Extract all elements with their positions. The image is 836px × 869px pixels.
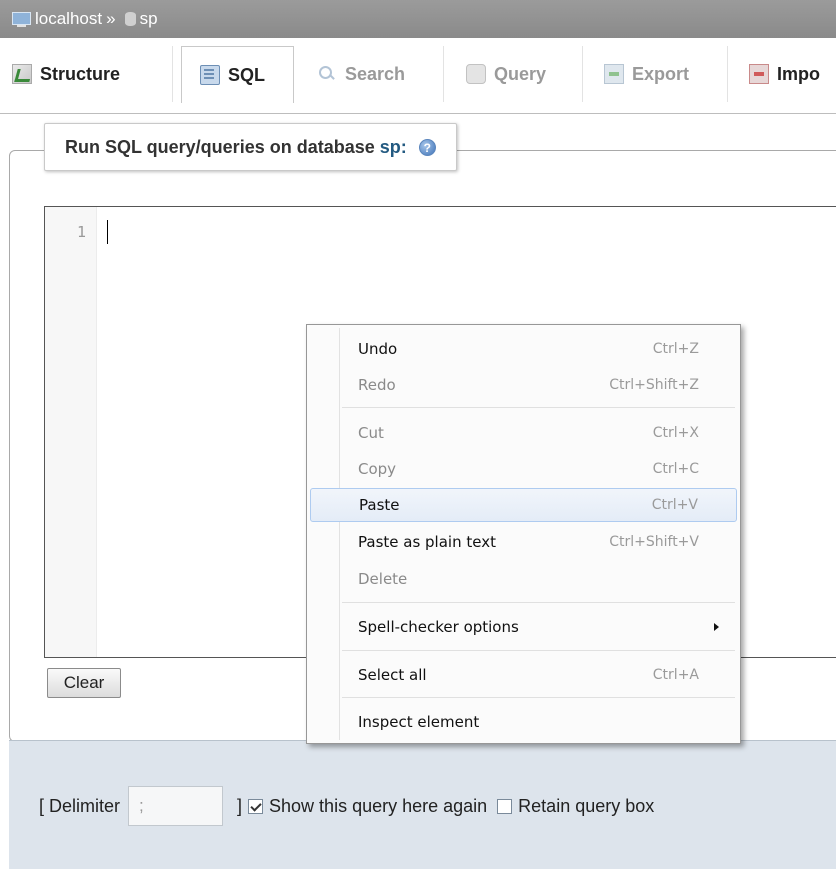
tab-label: Structure	[40, 63, 121, 84]
menu-item-select-all[interactable]: Select all Ctrl+A	[310, 658, 737, 692]
tab-import[interactable]: Impo	[737, 46, 836, 102]
tab-bar: Structure SQL Search Query Export Impo	[0, 38, 836, 114]
menu-item-redo[interactable]: Redo Ctrl+Shift+Z	[310, 368, 737, 402]
menu-item-label: Paste as plain text	[358, 533, 496, 551]
tab-query[interactable]: Query	[452, 46, 583, 102]
menu-item-label: Cut	[358, 424, 384, 442]
tab-sql[interactable]: SQL	[181, 46, 294, 103]
menu-item-shortcut: Ctrl+Shift+Z	[609, 377, 699, 393]
tab-label: Impo	[777, 63, 820, 84]
menu-item-shortcut: Ctrl+V	[651, 497, 698, 513]
menu-item-label: Inspect element	[358, 713, 480, 731]
menu-item-label: Select all	[358, 666, 427, 684]
tab-export[interactable]: Export	[592, 46, 728, 102]
delimiter-input[interactable]: ;	[128, 786, 224, 826]
sql-icon	[200, 65, 220, 85]
menu-item-label: Copy	[358, 460, 397, 478]
export-icon	[604, 64, 624, 84]
help-icon[interactable]: ?	[418, 138, 436, 156]
text-caret	[107, 220, 108, 244]
menu-separator	[342, 650, 735, 651]
menu-item-inspect[interactable]: Inspect element	[310, 705, 737, 739]
menu-item-label: Undo	[358, 340, 398, 358]
menu-separator	[342, 602, 735, 603]
menu-item-label: Redo	[358, 376, 396, 394]
delimiter-label: [ Delimiter	[39, 795, 121, 816]
database-icon	[124, 12, 136, 26]
menu-item-shortcut: Ctrl+C	[652, 461, 699, 477]
tab-label: Export	[632, 63, 690, 84]
show-query-checkbox[interactable]	[248, 798, 264, 814]
options-panel: [ Delimiter ; ] Show this query here aga…	[9, 740, 836, 869]
menu-item-paste-plain[interactable]: Paste as plain text Ctrl+Shift+V	[310, 525, 737, 559]
menu-item-label: Spell-checker options	[358, 618, 519, 636]
menu-item-cut[interactable]: Cut Ctrl+X	[310, 416, 737, 450]
show-query-label[interactable]: Show this query here again	[269, 796, 487, 817]
sql-legend: Run SQL query/queries on database sp: ?	[44, 123, 457, 171]
query-icon	[466, 64, 486, 84]
import-icon	[749, 64, 769, 84]
line-number: 1	[76, 223, 86, 241]
tab-label: Search	[345, 63, 406, 84]
legend-database-name: sp:	[379, 136, 407, 157]
retain-query-label[interactable]: Retain query box	[518, 796, 654, 817]
menu-separator	[342, 697, 735, 698]
menu-separator	[342, 407, 735, 408]
line-gutter: 1	[45, 207, 97, 657]
menu-item-delete[interactable]: Delete	[310, 562, 737, 596]
clear-button[interactable]: Clear	[47, 668, 121, 698]
menu-item-spellcheck[interactable]: Spell-checker options	[310, 610, 737, 644]
server-icon	[12, 11, 31, 27]
structure-icon	[12, 64, 32, 84]
tab-structure[interactable]: Structure	[0, 46, 173, 102]
menu-item-copy[interactable]: Copy Ctrl+C	[310, 452, 737, 486]
menu-item-shortcut: Ctrl+Shift+V	[609, 534, 699, 550]
submenu-arrow-icon	[714, 623, 719, 631]
delimiter-close: ]	[237, 795, 243, 816]
tab-label: Query	[494, 63, 547, 84]
retain-query-checkbox[interactable]	[497, 798, 513, 814]
tab-search[interactable]: Search	[303, 46, 444, 102]
menu-item-shortcut: Ctrl+X	[652, 425, 699, 441]
breadcrumb-database-link[interactable]: sp	[140, 9, 158, 29]
menu-item-label: Paste	[359, 496, 400, 514]
menu-item-paste[interactable]: Paste Ctrl+V	[310, 488, 737, 522]
search-icon	[317, 64, 337, 84]
menu-item-shortcut: Ctrl+A	[652, 667, 699, 683]
breadcrumb: localhost » sp	[0, 0, 836, 38]
menu-item-shortcut: Ctrl+Z	[652, 341, 699, 357]
tab-label: SQL	[228, 64, 266, 85]
breadcrumb-separator: »	[106, 9, 116, 28]
legend-text: Run SQL query/queries on database	[65, 136, 375, 157]
menu-item-label: Delete	[358, 570, 408, 588]
menu-item-undo[interactable]: Undo Ctrl+Z	[310, 332, 737, 366]
breadcrumb-server-link[interactable]: localhost	[35, 9, 102, 29]
context-menu: Undo Ctrl+Z Redo Ctrl+Shift+Z Cut Ctrl+X…	[306, 324, 741, 744]
